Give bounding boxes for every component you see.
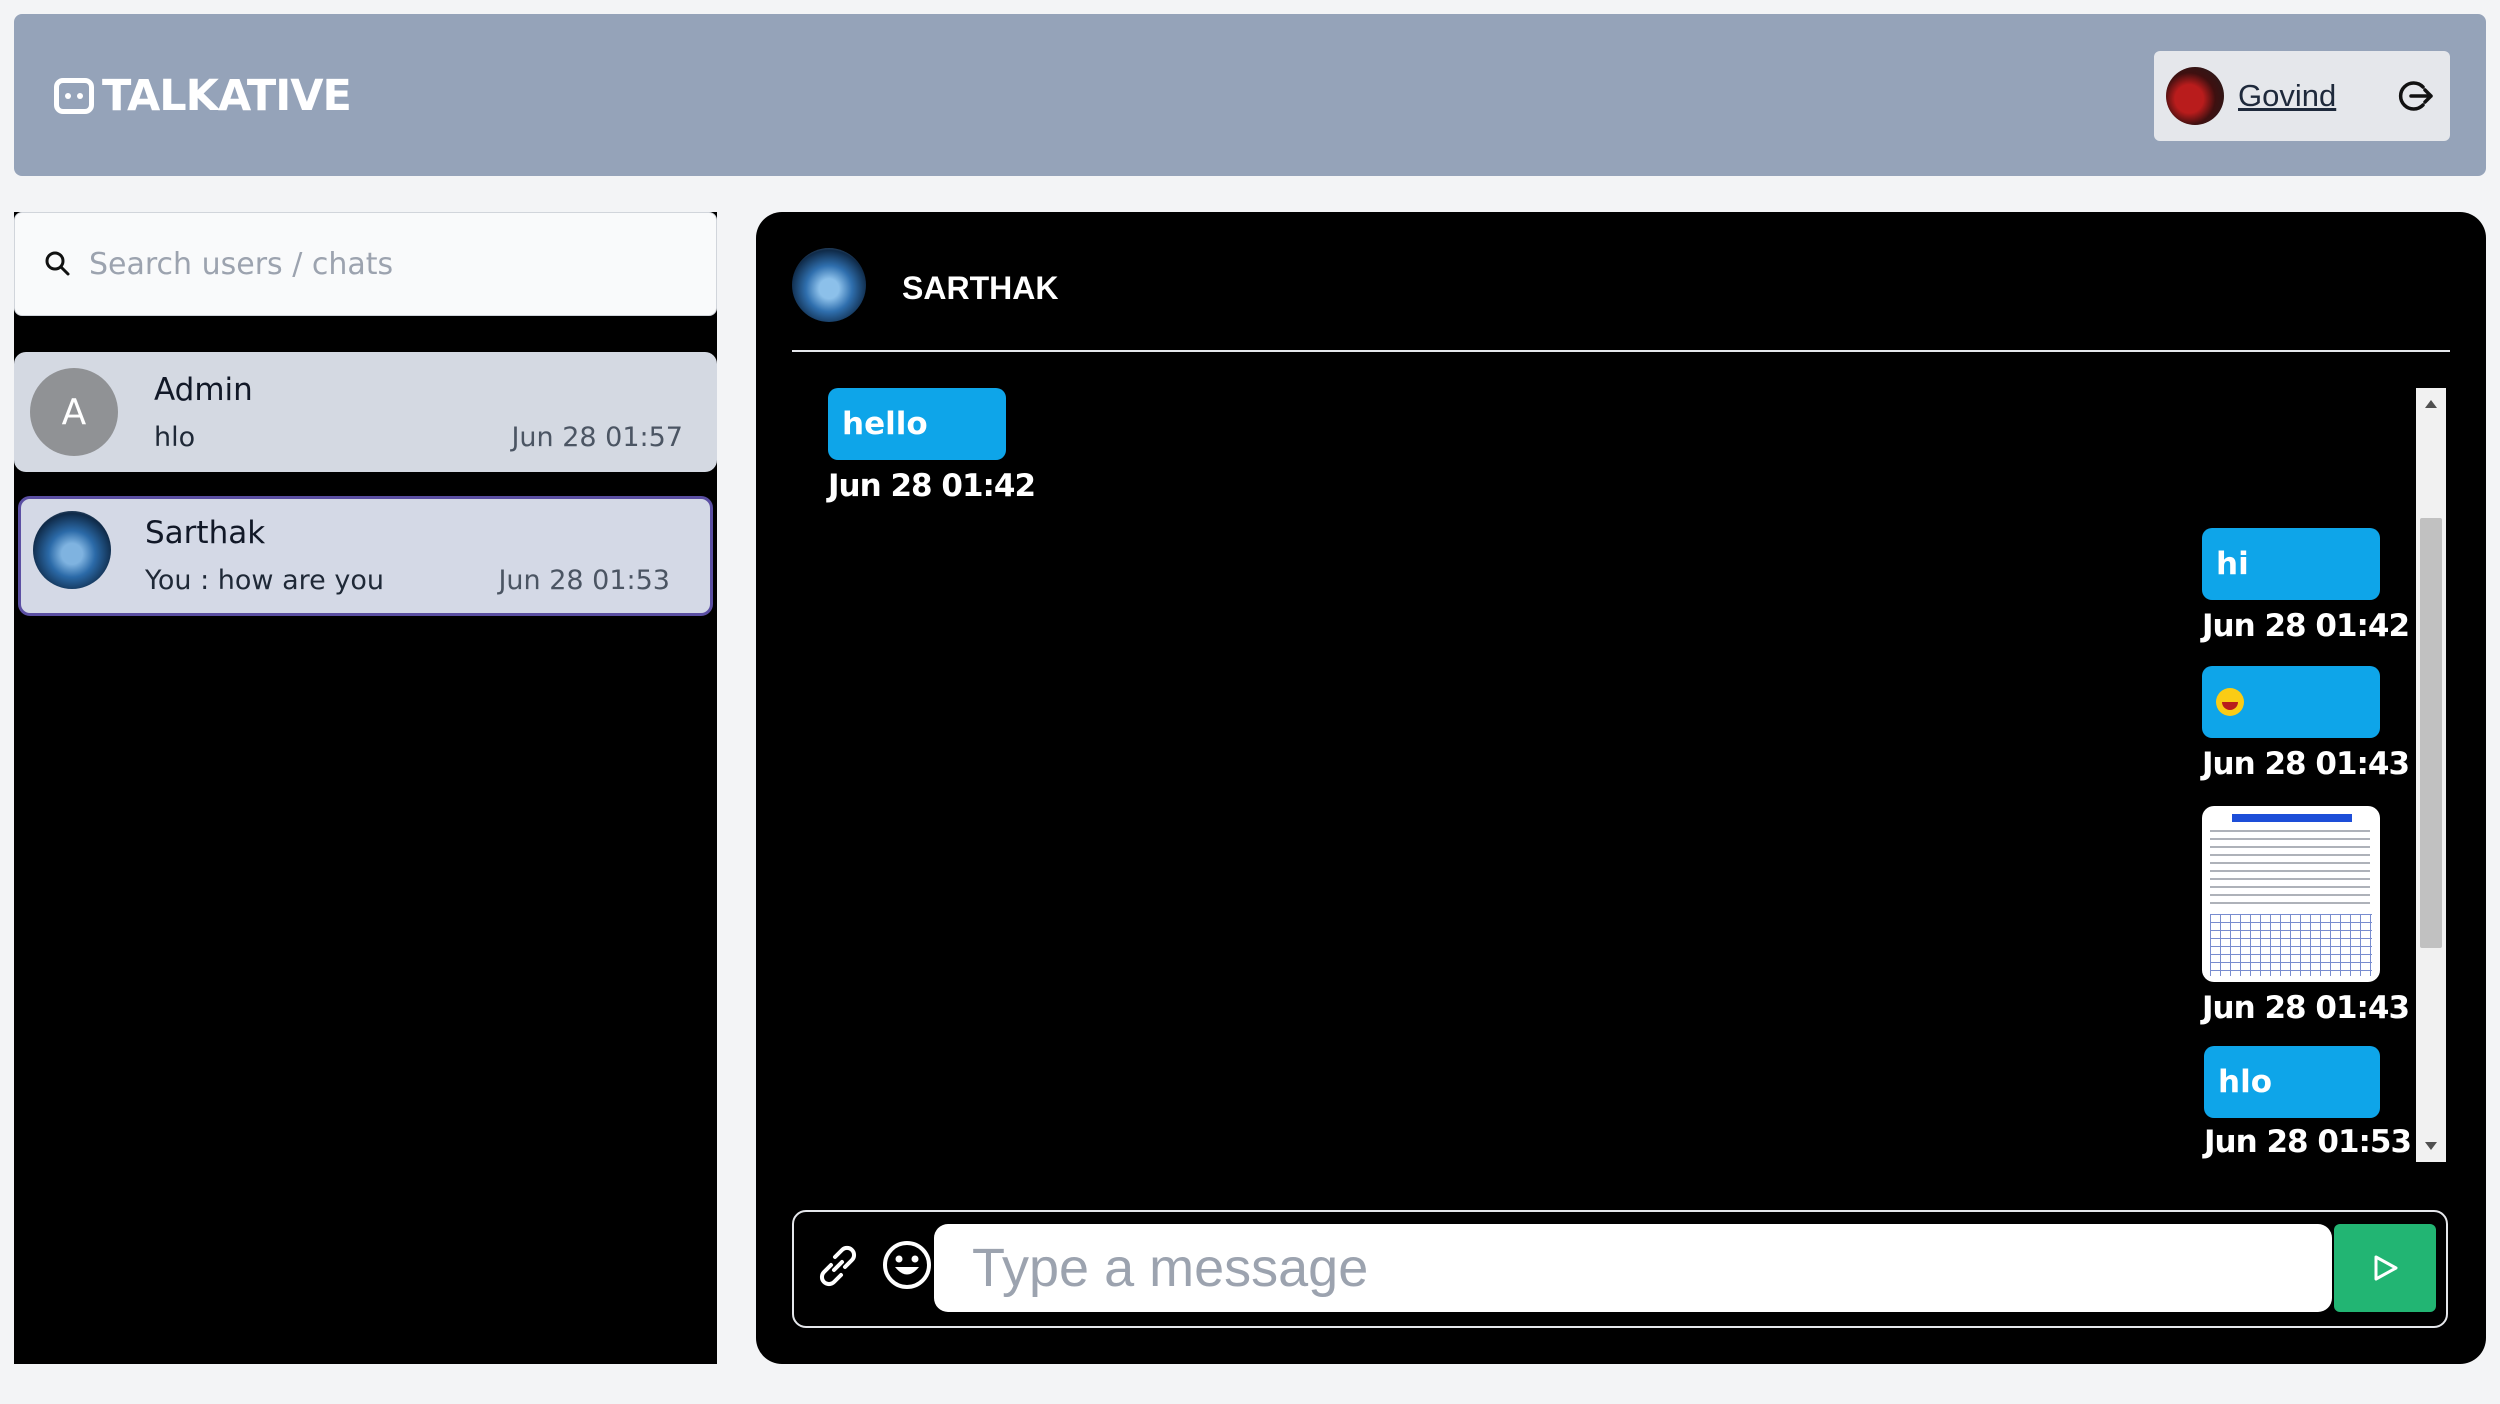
message-time: Jun 28 01:53 [2204,1124,2412,1160]
brand[interactable]: TALKATIVE [54,66,352,126]
logout-icon[interactable] [2396,76,2436,116]
search-bar [14,212,717,316]
emoji-icon[interactable] [880,1238,934,1292]
message-composer [792,1210,2448,1328]
message-time: Jun 28 01:42 [828,468,1036,504]
avatar [33,511,111,589]
message-list: hello Jun 28 01:42 hi Jun 28 01:42 Jun 2… [792,388,2420,1162]
grinning-face-icon [2216,688,2244,716]
chat-last-message: hlo [154,422,196,453]
image-attachment[interactable] [2202,806,2380,982]
message-input[interactable] [934,1224,2332,1312]
send-icon [2374,1255,2398,1281]
brand-title: TALKATIVE [102,71,352,121]
image-table [2210,914,2372,976]
chat-list-item-sarthak[interactable]: Sarthak You : how are you Jun 28 01:53 [18,496,713,616]
message-bubble [2202,666,2380,738]
chat-last-message: You : how are you [145,565,384,596]
message-sent: Jun 28 01:43 [2202,806,2410,1026]
chat-sidebar: A Admin hlo Jun 28 01:57 Sarthak You : h… [14,212,717,1364]
message-time: Jun 28 01:42 [2202,608,2410,644]
search-input[interactable] [89,246,689,282]
message-time: Jun 28 01:43 [2202,746,2410,782]
avatar[interactable] [2166,67,2224,125]
user-name-link[interactable]: Govind [2238,78,2336,114]
image-caption-bar [2232,814,2352,822]
chat-list-item-admin[interactable]: A Admin hlo Jun 28 01:57 [14,352,717,472]
chat-time: Jun 28 01:57 [511,422,683,453]
image-text-lines [2210,830,2370,910]
search-icon [45,251,70,276]
message-time: Jun 28 01:43 [2202,990,2410,1026]
conversation-header: SARTHAK [792,248,2450,352]
message-bubble: hlo [2204,1046,2380,1118]
message-sent: hlo Jun 28 01:53 [2204,1046,2412,1160]
scroll-down-arrow[interactable] [2425,1142,2437,1150]
conversation-title: SARTHAK [902,270,1059,306]
message-bubble: hello [828,388,1006,460]
message-scrollbar[interactable] [2416,388,2446,1162]
user-menu: Govind [2154,51,2450,141]
message-sent: Jun 28 01:43 [2202,666,2410,782]
message-received: hello Jun 28 01:42 [828,388,1036,504]
chat-name: Admin [154,372,253,408]
chat-panel: SARTHAK hello Jun 28 01:42 hi Jun 28 01:… [756,212,2486,1364]
chat-name: Sarthak [145,515,266,551]
chat-time: Jun 28 01:53 [498,565,670,596]
send-button[interactable] [2334,1224,2436,1312]
chat-icon [54,78,94,114]
link-icon[interactable] [810,1238,866,1294]
message-bubble: hi [2202,528,2380,600]
scroll-thumb[interactable] [2420,518,2442,948]
app-header: TALKATIVE Govind [14,14,2486,176]
avatar[interactable] [792,248,866,322]
avatar: A [30,368,118,456]
scroll-up-arrow[interactable] [2425,400,2437,408]
message-sent: hi Jun 28 01:42 [2202,528,2410,644]
